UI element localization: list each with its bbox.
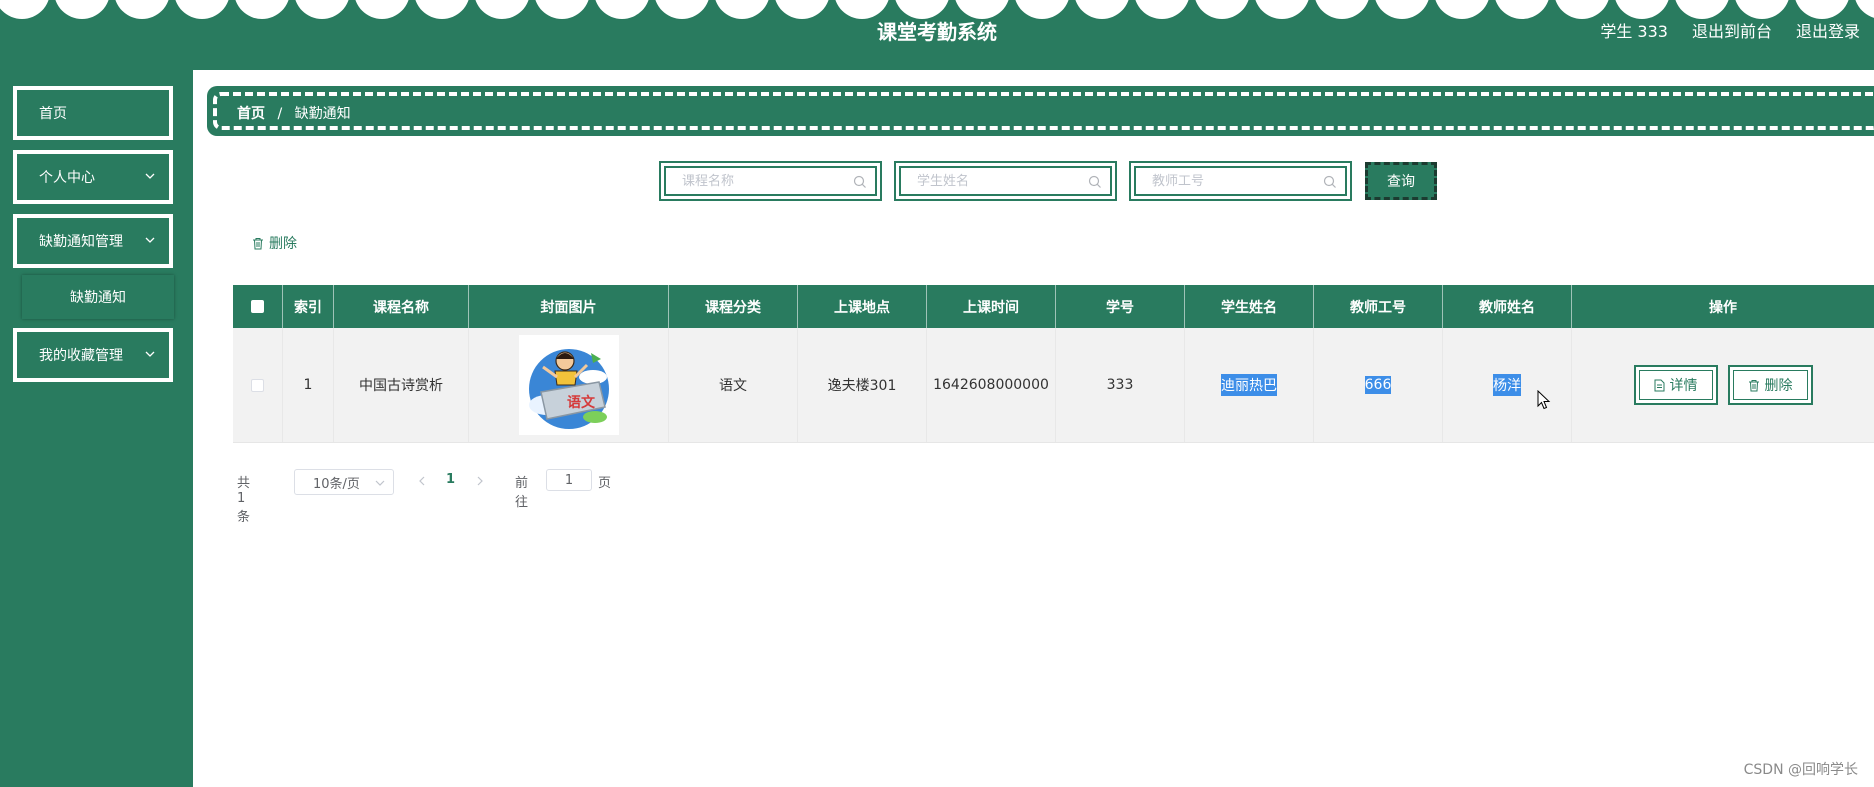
cell-index: 1 [283,328,334,442]
trash-icon [253,237,263,249]
sidebar-item-home[interactable]: 首页 [13,86,173,140]
cell-category: 语文 [669,328,798,442]
header-cover-image: 封面图片 [469,285,669,328]
cell-row-actions: 详情 删除 [1572,328,1874,442]
student-name-search [894,161,1117,201]
header-category: 课程分类 [669,285,798,328]
search-icon [1323,175,1336,188]
cell-cover-image: 语文 [469,328,669,442]
course-cover-image: 语文 [518,335,619,435]
select-all-checkbox[interactable] [251,300,264,313]
page-size-select[interactable]: 10条/页 [294,469,394,495]
goto-prefix: 前往 [515,476,529,510]
logout-link[interactable]: 退出登录 [1796,18,1860,42]
course-name-input[interactable] [666,168,852,194]
breadcrumb-current: 缺勤通知 [294,106,351,122]
cell-student-id: 333 [1056,328,1185,442]
sidebar-item-personal-center[interactable]: 个人中心 [13,150,173,204]
total-count: 共 1 条 [237,476,251,525]
page-size-value: 10条/页 [313,476,360,492]
chevron-down-icon [145,173,155,179]
chevron-down-icon [145,237,155,243]
bulk-delete-label: 删除 [269,236,297,252]
sidebar-item-label: 首页 [39,106,67,122]
row-checkbox[interactable] [251,378,264,392]
selected-text: 迪丽热巴 [1221,374,1277,396]
breadcrumb-trail: 首页 / 缺勤通知 [237,103,351,123]
search-icon [1088,175,1101,188]
app-title: 课堂考勤系统 [877,20,997,44]
exit-to-front-link[interactable]: 退出到前台 [1692,18,1772,42]
row-delete-button[interactable]: 删除 [1727,365,1813,405]
header-teacher-name: 教师姓名 [1443,285,1572,328]
search-icon [853,175,866,188]
header-course-name: 课程名称 [334,285,469,328]
chevron-down-icon [375,480,385,486]
select-all-cell [233,285,283,328]
table-row: 1 中国古诗赏析 语文 语文 逸夫楼301 1642608000000 333 … [233,328,1874,443]
row-select-cell [233,328,283,442]
goto-suffix: 页 [598,476,612,491]
cell-teacher-id: 666 [1314,328,1443,442]
top-header: 课堂考勤系统 学生 333 退出到前台 退出登录 [0,0,1874,70]
goto-page-input[interactable] [546,469,592,491]
breadcrumb: 首页 / 缺勤通知 [207,86,1874,136]
header-time: 上课时间 [927,285,1056,328]
header-student-name: 学生姓名 [1185,285,1314,328]
sidebar-item-label: 我的收藏管理 [39,348,123,364]
current-user-label: 学生 333 [1600,22,1668,41]
document-icon [1654,379,1664,391]
sidebar-item-label: 个人中心 [39,170,95,186]
sidebar: 首页 个人中心 缺勤通知管理 缺勤通知 我的收藏管理 [0,70,193,787]
header-index: 索引 [283,285,334,328]
sidebar-item-label: 缺勤通知管理 [39,234,123,250]
breadcrumb-separator: / [277,106,283,122]
page-number-current[interactable]: 1 [446,472,455,487]
header-teacher-id: 教师工号 [1314,285,1443,328]
header-student-id: 学号 [1056,285,1185,328]
row-delete-label: 删除 [1764,378,1793,394]
chevron-down-icon [145,351,155,357]
sidebar-item-absence-management[interactable]: 缺勤通知管理 [13,214,173,268]
selected-text: 666 [1364,376,1392,394]
next-page-icon[interactable] [475,476,485,486]
cell-teacher-name: 杨洋 [1443,328,1572,442]
header-location: 上课地点 [798,285,927,328]
cover-illustration: 语文 [528,349,609,429]
breadcrumb-dashed-frame [213,92,1874,130]
bulk-delete-button[interactable]: 删除 [252,233,297,253]
sidebar-item-favorites-management[interactable]: 我的收藏管理 [13,328,173,382]
cell-location: 逸夫楼301 [798,328,927,442]
teacher-id-search [1129,161,1352,201]
header-actions: 学生 333 退出到前台 退出登录 [1600,18,1874,42]
table-header-row: 索引 课程名称 封面图片 课程分类 上课地点 上课时间 学号 学生姓名 教师工号… [233,285,1874,328]
selected-text: 杨洋 [1493,374,1521,396]
mouse-cursor-icon [1537,390,1551,410]
cell-course-name: 中国古诗赏析 [334,328,469,442]
header-actions: 操作 [1709,299,1737,316]
breadcrumb-home-link[interactable]: 首页 [237,106,265,122]
cell-time: 1642608000000 [927,328,1056,442]
trash-icon [1748,379,1759,391]
course-name-search [659,161,882,201]
cell-student-name: 迪丽热巴 [1185,328,1314,442]
detail-button[interactable]: 详情 [1633,365,1718,405]
student-name-input[interactable] [901,168,1087,194]
teacher-id-input[interactable] [1136,168,1322,194]
watermark: CSDN @回响学长 [1743,762,1858,778]
query-button[interactable]: 查询 [1365,162,1437,200]
prev-page-icon[interactable] [417,476,427,486]
svg-text:语文: 语文 [567,394,596,411]
sidebar-item-label: 缺勤通知 [70,290,126,306]
detail-button-label: 详情 [1669,378,1698,394]
sidebar-subitem-absence-notice[interactable]: 缺勤通知 [22,275,174,319]
